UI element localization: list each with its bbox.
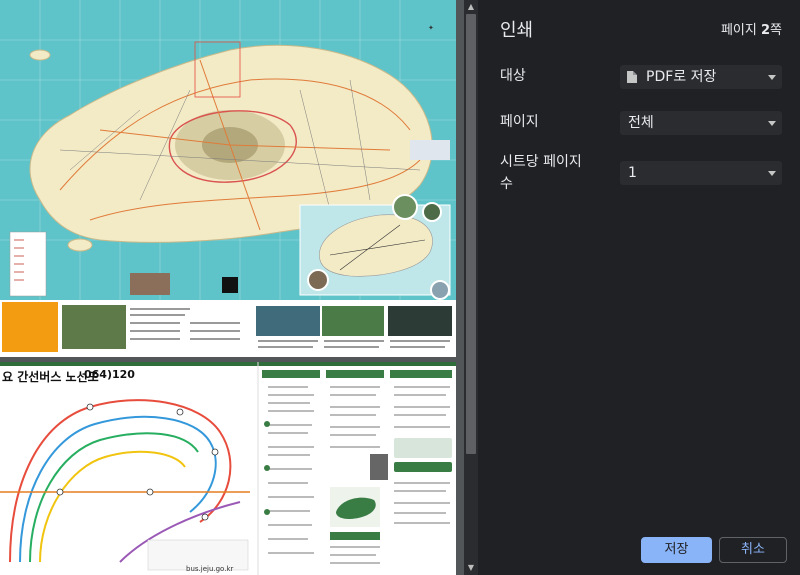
destination-select[interactable]: PDF로 저장 — [620, 65, 782, 89]
destination-label: 대상 — [500, 68, 526, 84]
preview-page-2: 요 간선버스 노선도 064)120 bus.jeju.go.kr — [0, 362, 456, 575]
pages-select[interactable]: 전체 — [620, 111, 782, 135]
svg-text:✦: ✦ — [428, 24, 434, 32]
bus-route-graphic — [0, 362, 456, 575]
print-settings-panel: 인쇄 페이지 2쪽 대상 PDF로 저장 페이지 전체 시트당 페이지 수 1 … — [478, 0, 800, 575]
save-button[interactable]: 저장 — [641, 537, 712, 563]
preview-scrollbar[interactable]: ▲ ▼ — [464, 0, 478, 575]
pages-per-sheet-select[interactable]: 1 — [620, 161, 782, 185]
caret-down-icon — [768, 75, 776, 80]
island-map-image: ✦ — [0, 0, 456, 357]
print-title: 인쇄 — [500, 20, 534, 41]
page-count: 페이지 2쪽 — [720, 23, 782, 38]
scroll-down-arrow-icon[interactable]: ▼ — [464, 561, 478, 575]
preview-page-1: ✦ — [0, 0, 456, 357]
bus-map-phone: 064)120 — [84, 368, 135, 381]
scrollbar-thumb[interactable] — [466, 14, 476, 454]
scroll-up-arrow-icon[interactable]: ▲ — [464, 0, 478, 14]
pages-value: 전체 — [628, 115, 654, 131]
print-preview[interactable]: ✦ 요 간선버스 노선도 064)120 bus.jeju.go.kr — [0, 0, 464, 575]
bus-map-site: bus.jeju.go.kr — [186, 565, 234, 573]
destination-value: PDF로 저장 — [646, 69, 717, 85]
pages-label: 페이지 — [500, 114, 539, 130]
pages-per-sheet-label: 시트당 페이지 수 — [500, 154, 582, 192]
caret-down-icon — [768, 171, 776, 176]
cancel-button[interactable]: 취소 — [719, 537, 787, 563]
caret-down-icon — [768, 121, 776, 126]
document-icon — [627, 71, 637, 83]
pages-per-sheet-value: 1 — [628, 165, 637, 181]
